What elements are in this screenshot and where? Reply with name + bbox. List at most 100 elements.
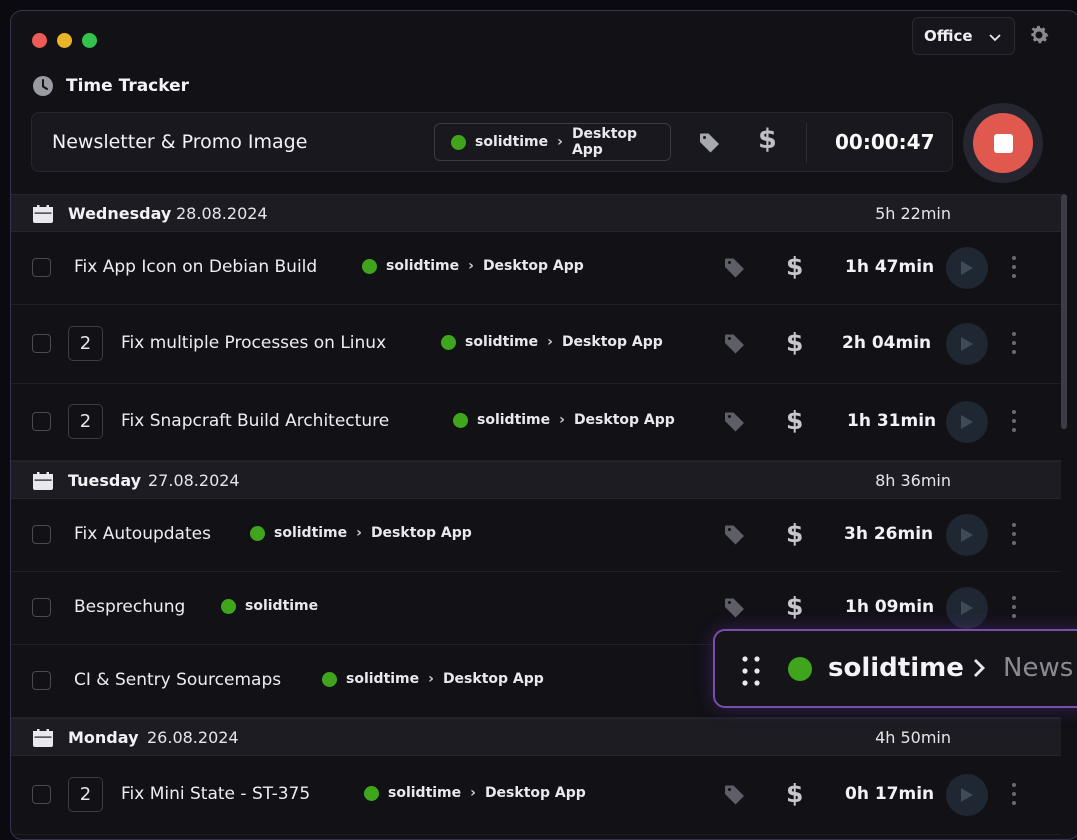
entry-play-button[interactable] — [946, 774, 988, 816]
kebab-icon[interactable] — [1011, 332, 1017, 359]
entry-subproject-name: Desktop App — [442, 671, 544, 687]
scrollbar[interactable] — [1061, 194, 1067, 429]
chevron-right-icon: › — [559, 412, 565, 428]
entry-duration[interactable]: 0h 17min — [845, 784, 934, 804]
entry-play-button[interactable] — [946, 514, 988, 556]
entry-description[interactable]: Fix multiple Processes on Linux — [121, 333, 386, 353]
entry-description[interactable]: Besprechung — [74, 597, 185, 617]
entry-play-button[interactable] — [946, 401, 988, 443]
tag-icon[interactable] — [723, 410, 747, 434]
tag-icon[interactable] — [723, 596, 747, 620]
organization-select[interactable]: Office — [912, 17, 1015, 55]
chevron-right-icon: › — [557, 134, 563, 150]
day-header: Wednesday 28.08.2024 5h 22min — [11, 194, 1061, 232]
stop-icon — [993, 133, 1013, 153]
entry-project-name: solidtime — [245, 598, 319, 614]
stop-ring — [963, 103, 1043, 183]
mini-description: News — [1003, 653, 1074, 683]
entry-checkbox[interactable] — [32, 412, 51, 431]
dollar-icon[interactable]: $ — [786, 592, 803, 621]
gear-icon[interactable] — [1027, 23, 1051, 47]
entry-group-count[interactable]: 2 — [68, 777, 103, 812]
grip-icon[interactable] — [741, 655, 761, 687]
entry-description[interactable]: Fix Snapcraft Build Architecture — [121, 411, 389, 431]
entry-project[interactable]: solidtime › Desktop App — [322, 671, 544, 687]
entry-play-button[interactable] — [946, 323, 988, 365]
kebab-icon[interactable] — [1011, 256, 1017, 283]
dollar-icon[interactable]: $ — [786, 519, 803, 548]
time-tracker-header: Time Tracker — [32, 75, 189, 97]
day-date: 28.08.2024 — [176, 204, 268, 223]
entry-subproject-name: Desktop App — [484, 785, 586, 801]
entry-description[interactable]: Fix App Icon on Debian Build — [74, 257, 317, 277]
entry-project[interactable]: solidtime — [221, 598, 318, 614]
entry-project[interactable]: solidtime › Desktop App — [453, 412, 675, 428]
tag-icon[interactable] — [723, 523, 747, 547]
chevron-right-icon: › — [468, 258, 474, 274]
dollar-icon[interactable]: $ — [786, 406, 803, 435]
stop-timer-button[interactable] — [973, 113, 1033, 173]
entry-checkbox[interactable] — [32, 671, 51, 690]
project-color-dot — [362, 258, 377, 274]
time-entry-row[interactable]: 2 Fix Snapcraft Build Architecture solidti… — [11, 384, 1061, 461]
kebab-icon[interactable] — [1011, 783, 1017, 810]
maximize-window-button[interactable] — [82, 33, 97, 48]
entry-checkbox[interactable] — [32, 598, 51, 617]
kebab-icon[interactable] — [1011, 596, 1017, 623]
time-entry-row[interactable]: 2 Fix multiple Processes on Linux solidtim… — [11, 305, 1061, 384]
chevron-down-icon — [989, 34, 1001, 42]
dollar-icon[interactable]: $ — [786, 252, 803, 281]
entry-duration[interactable]: 2h 04min — [842, 333, 931, 353]
minimize-window-button[interactable] — [57, 33, 72, 48]
organization-name: Office — [924, 27, 973, 45]
mini-tracker-widget[interactable]: solidtime News — [713, 629, 1077, 708]
entry-checkbox[interactable] — [32, 785, 51, 804]
day-total-duration: 5h 22min — [875, 204, 951, 223]
entry-subproject-name: Desktop App — [370, 525, 472, 541]
entry-play-button[interactable] — [946, 247, 988, 289]
entry-checkbox[interactable] — [32, 258, 51, 277]
entry-subproject-name: Desktop App — [573, 412, 675, 428]
time-entry-row[interactable]: Fix App Icon on Debian Build solidtime › De… — [11, 232, 1061, 305]
time-entry-row[interactable]: Fix Autoupdates solidtime › Desktop App $3h … — [11, 499, 1061, 572]
tag-icon[interactable] — [723, 256, 747, 280]
entry-play-button[interactable] — [946, 587, 988, 629]
entry-description[interactable]: CI & Sentry Sourcemaps — [74, 670, 281, 690]
tracker-description-input[interactable]: Newsletter & Promo Image — [52, 131, 307, 153]
entry-duration[interactable]: 1h 09min — [845, 597, 934, 617]
tag-icon[interactable] — [698, 131, 722, 155]
entry-group-count[interactable]: 2 — [68, 326, 103, 361]
day-date: 26.08.2024 — [147, 728, 239, 747]
entry-checkbox[interactable] — [32, 525, 51, 544]
dollar-icon[interactable]: $ — [758, 124, 777, 155]
entry-project[interactable]: solidtime › Desktop App — [250, 525, 472, 541]
entry-duration[interactable]: 3h 26min — [844, 524, 933, 544]
dollar-icon[interactable]: $ — [786, 779, 803, 808]
tracker-subproject-name: Desktop App — [571, 126, 638, 158]
entry-duration[interactable]: 1h 31min — [847, 411, 936, 431]
entry-description[interactable]: Fix Mini State - ST-375 — [121, 784, 310, 804]
tag-icon[interactable] — [723, 783, 747, 807]
entry-checkbox[interactable] — [32, 334, 51, 353]
entry-project[interactable]: solidtime › Desktop App — [441, 334, 663, 350]
tag-icon[interactable] — [723, 332, 747, 356]
entry-duration[interactable]: 1h 47min — [845, 257, 934, 277]
dollar-icon[interactable]: $ — [786, 328, 803, 357]
tracker-project-select[interactable]: solidtime › Desktop App — [434, 123, 671, 161]
day-name: Wednesday — [68, 204, 172, 223]
entry-group-count[interactable]: 2 — [68, 404, 103, 439]
day-header: Tuesday 27.08.2024 8h 36min — [11, 461, 1061, 499]
entry-subproject-name: Desktop App — [561, 334, 663, 350]
mini-project-name: solidtime — [828, 653, 964, 683]
entry-project[interactable]: solidtime › Desktop App — [362, 258, 584, 274]
divider — [806, 123, 807, 163]
play-icon — [961, 601, 973, 615]
chevron-right-icon — [974, 659, 985, 677]
close-window-button[interactable] — [32, 33, 47, 48]
entry-project[interactable]: solidtime › Desktop App — [364, 785, 586, 801]
tracker-timer[interactable]: 00:00:47 — [835, 130, 935, 154]
kebab-icon[interactable] — [1011, 523, 1017, 550]
entry-description[interactable]: Fix Autoupdates — [74, 524, 211, 544]
time-entry-row[interactable]: 2 Fix Mini State - ST-375 solidtime › Deskto… — [11, 756, 1061, 835]
kebab-icon[interactable] — [1011, 410, 1017, 437]
